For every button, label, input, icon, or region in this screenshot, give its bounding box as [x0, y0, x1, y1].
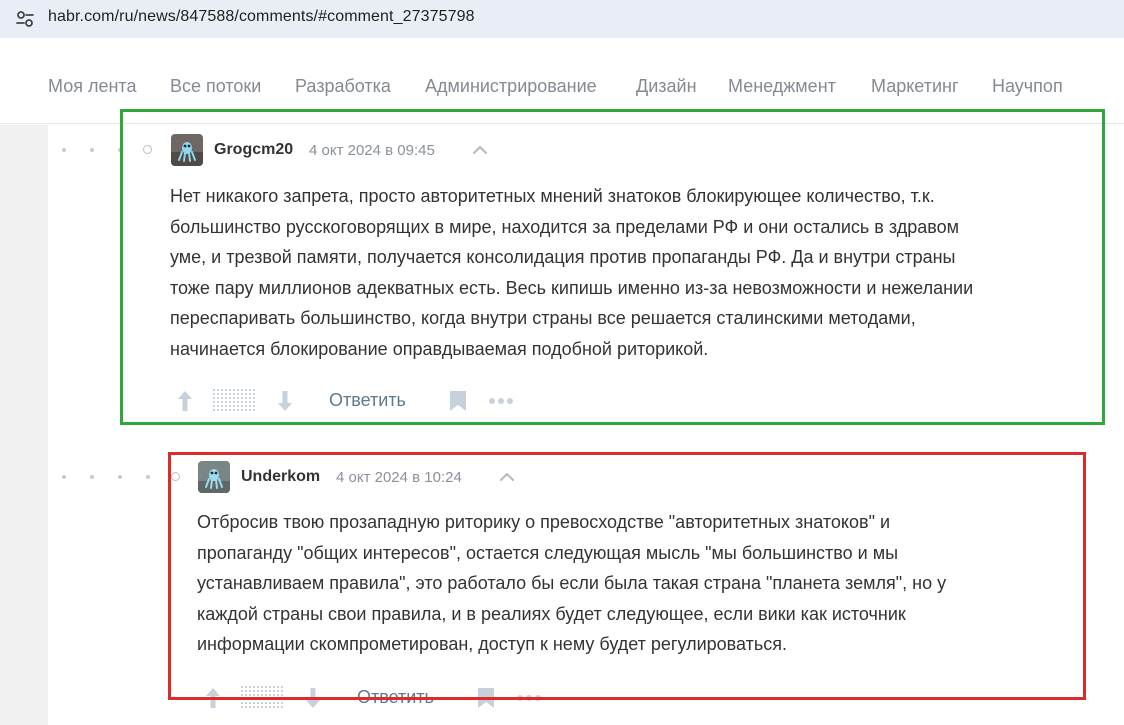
chevron-up-icon[interactable]	[472, 144, 488, 156]
nav-item-administration[interactable]: Администрирование	[425, 76, 597, 97]
comment-line: большинство русскоговорящих в мире, нахо…	[170, 216, 959, 237]
comment-body: Отбросив твою прозападную риторику о пре…	[197, 507, 1077, 660]
comment-line: информации скомпрометирован, доступ к не…	[197, 634, 787, 654]
thread-indent-dot	[90, 475, 94, 479]
comment-body: Нет никакого запрета, просто авторитетны…	[170, 181, 1100, 364]
nav-item-management[interactable]: Менеджмент	[728, 76, 836, 97]
comment-line: начинается блокирование оправдываемая по…	[170, 338, 709, 359]
url-text[interactable]: habr.com/ru/news/847588/comments/#commen…	[48, 8, 475, 26]
nav-item-development[interactable]: Разработка	[295, 76, 391, 97]
nav-item-marketing[interactable]: Маркетинг	[871, 76, 959, 97]
thread-node-icon	[171, 472, 180, 481]
bookmark-icon[interactable]	[477, 687, 495, 709]
comment-line: тоже пару миллионов адекватных есть. Вес…	[170, 277, 974, 298]
comment-time[interactable]: 4 окт 2024 в 10:24	[336, 469, 462, 486]
nav-item-design[interactable]: Дизайн	[636, 76, 697, 97]
comment-line: уме, и трезвой памяти, получается консол…	[170, 247, 956, 267]
flows-nav: Моя лента Все потоки Разработка Админист…	[0, 38, 1124, 124]
arrow-down-icon[interactable]	[304, 686, 322, 710]
reply-button[interactable]: Ответить	[329, 390, 406, 411]
tune-icon[interactable]	[14, 8, 36, 30]
rating-placeholder-icon	[213, 389, 257, 411]
thread-indent-dot	[118, 148, 122, 152]
nav-item-my-feed[interactable]: Моя лента	[48, 76, 136, 97]
comment-line: устанавливаем правила", это работало бы …	[197, 573, 947, 593]
thread-indent-dot	[146, 475, 150, 479]
more-icon[interactable]	[487, 396, 515, 406]
thread-node-icon	[143, 145, 152, 154]
comment-line: переспаривать большинство, когда внутри …	[170, 308, 916, 328]
browser-url-bar: habr.com/ru/news/847588/comments/#commen…	[0, 0, 1124, 38]
comment-line: Нет никакого запрета, просто авторитетны…	[170, 186, 935, 206]
avatar[interactable]	[198, 461, 230, 493]
avatar-image-icon	[198, 461, 230, 493]
avatar[interactable]	[171, 134, 203, 166]
comment-line: Отбросив твою прозападную риторику о пре…	[197, 512, 891, 532]
arrow-down-icon[interactable]	[276, 389, 294, 413]
more-icon[interactable]	[515, 693, 543, 703]
comment-line: пропаганду "общих интересов", остается с…	[197, 542, 899, 563]
arrow-up-icon[interactable]	[176, 389, 194, 413]
bookmark-icon[interactable]	[449, 390, 467, 412]
nav-item-all-flows[interactable]: Все потоки	[170, 76, 261, 97]
chevron-up-icon[interactable]	[499, 471, 515, 483]
arrow-up-icon[interactable]	[204, 686, 222, 710]
comment-line: каждой страны свои правила, и в реалиях …	[197, 603, 906, 624]
thread-indent-dot	[90, 148, 94, 152]
nav-item-popsci[interactable]: Научпоп	[992, 76, 1063, 97]
rating-placeholder-icon	[241, 686, 285, 708]
thread-indent-dot	[62, 475, 66, 479]
reply-button[interactable]: Ответить	[357, 687, 434, 708]
thread-indent-dot	[62, 148, 66, 152]
comment-author[interactable]: Grogcm20	[214, 141, 293, 159]
comment-time[interactable]: 4 окт 2024 в 09:45	[309, 142, 435, 159]
avatar-image-icon	[171, 134, 203, 166]
page-gutter	[0, 125, 48, 725]
thread-indent-dot	[118, 475, 122, 479]
comment-author[interactable]: Underkom	[241, 468, 320, 486]
